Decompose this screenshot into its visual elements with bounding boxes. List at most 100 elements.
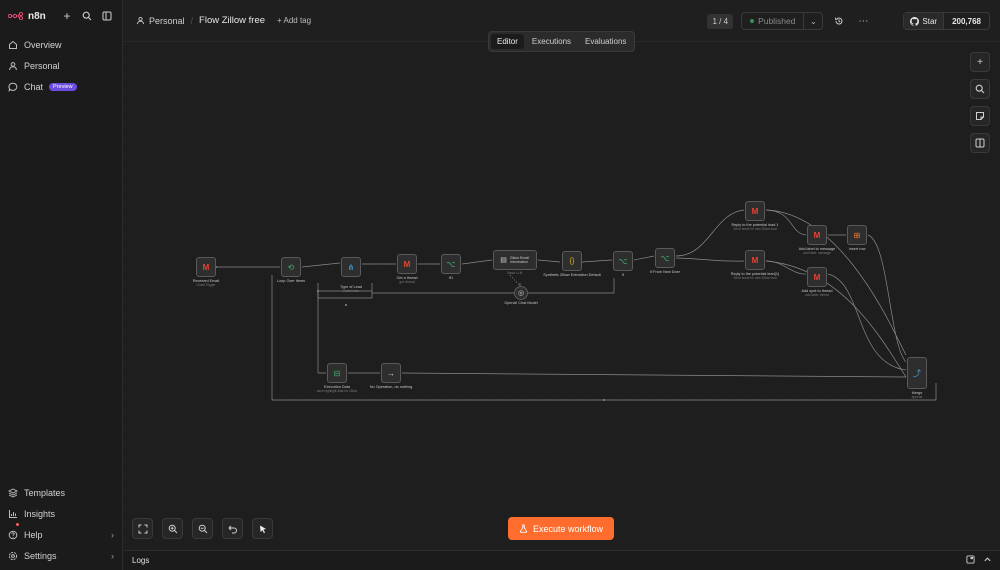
- llm-chain-icon: ▤: [500, 257, 507, 264]
- cursor-icon[interactable]: [252, 518, 273, 539]
- node-if[interactable]: ⌥: [441, 254, 461, 274]
- merge-icon: ⤴: [913, 368, 921, 378]
- breadcrumb-separator: /: [190, 15, 194, 26]
- node-subtitle: Send email for new Zillow lead: [733, 226, 777, 231]
- sticky-note-icon[interactable]: [970, 106, 990, 126]
- sidebar: n8n + Overview Personal Chat Preview Tem…: [0, 0, 123, 570]
- sidebar-item-personal[interactable]: Personal: [0, 55, 122, 76]
- n8n-logo[interactable]: n8n: [8, 11, 46, 22]
- version-badge[interactable]: 1 / 4: [707, 13, 734, 29]
- add-node-icon[interactable]: +: [970, 52, 990, 72]
- node-synthetic-zillow-extraction[interactable]: {}: [562, 251, 582, 271]
- if-icon: ⌥: [618, 256, 628, 266]
- if-icon: ⌥: [446, 259, 456, 269]
- node-loop-over-items[interactable]: ⟲: [281, 257, 301, 277]
- node-title: If: [621, 273, 625, 277]
- more-options-icon[interactable]: ⋯: [855, 13, 871, 29]
- add-tag-button[interactable]: + Add tag: [277, 16, 311, 25]
- openai-icon: ◎: [517, 290, 525, 297]
- breadcrumb-project[interactable]: Personal: [136, 16, 185, 26]
- node-title: If From New Doer: [650, 270, 680, 274]
- node-insert-row[interactable]: ⊞: [847, 225, 867, 245]
- sidebar-item-label: Overview: [24, 39, 62, 50]
- sidebar-item-label: Settings: [24, 550, 57, 561]
- sidebar-item-overview[interactable]: Overview: [0, 34, 122, 55]
- gmail-icon: M: [813, 272, 821, 282]
- execute-workflow-label: Execute workflow: [532, 523, 604, 534]
- n8n-app: n8n + Overview Personal Chat Preview Tem…: [0, 0, 1000, 570]
- pop-out-icon[interactable]: [966, 555, 975, 566]
- arrow-right-icon: →: [387, 368, 395, 378]
- sidebar-item-insights[interactable]: Insights: [0, 503, 122, 524]
- node-subtitle: add label: thread: [805, 292, 829, 297]
- chevron-down-icon[interactable]: ⌄: [804, 17, 822, 26]
- node-subtitle: save highlight data for Zillow: [316, 388, 358, 393]
- templates-icon: [8, 487, 18, 498]
- node-merge[interactable]: ⤴: [907, 357, 927, 389]
- sidebar-item-chat[interactable]: Chat Preview: [0, 76, 122, 97]
- sidebar-item-templates[interactable]: Templates: [0, 482, 122, 503]
- node-add-label-to-message[interactable]: M: [807, 225, 827, 245]
- published-button[interactable]: Published: [742, 13, 805, 29]
- node-title: If1: [448, 276, 454, 280]
- add-icon[interactable]: +: [60, 9, 74, 23]
- switch-icon: ⋔: [347, 262, 355, 272]
- sidebar-item-settings[interactable]: Settings ›: [0, 545, 122, 566]
- github-star-widget[interactable]: Star 200,768: [903, 12, 990, 30]
- collapse-sidebar-icon[interactable]: [100, 9, 114, 23]
- connection-handle: [345, 304, 347, 306]
- logs-panel-bar[interactable]: Logs: [124, 550, 1000, 570]
- github-star-count: 200,768: [952, 16, 981, 26]
- chevron-right-icon: ›: [111, 529, 114, 540]
- connection-handle: [603, 399, 605, 401]
- sidebar-item-help[interactable]: Help ›: [0, 523, 122, 545]
- node-if-2[interactable]: ⌥: [613, 251, 633, 271]
- workflow-title[interactable]: Flow Zillow free: [199, 15, 265, 26]
- node-type-of-lead[interactable]: ⋔: [341, 257, 361, 277]
- zoom-out-icon[interactable]: [192, 518, 213, 539]
- search-icon[interactable]: [970, 79, 990, 99]
- node-title: Insert row: [848, 247, 866, 251]
- publish-control: Published ⌄: [741, 12, 824, 30]
- node-if-from-new-doer[interactable]: ⌥: [655, 248, 675, 268]
- logs-actions: [966, 555, 992, 566]
- node-label: Insert row: [827, 247, 887, 252]
- fit-view-icon[interactable]: [132, 518, 153, 539]
- user-icon: [8, 61, 18, 71]
- node-label: Basic LLM: [485, 271, 545, 276]
- chat-icon: [8, 82, 18, 92]
- node-execution-data[interactable]: ⊟: [327, 363, 347, 383]
- node-get-a-thread[interactable]: M: [397, 254, 417, 274]
- node-zillow-email-information[interactable]: ▤ Zillow Email Information: [493, 250, 537, 270]
- zoom-in-icon[interactable]: [162, 518, 183, 539]
- node-add-spot-to-thread[interactable]: M: [807, 267, 827, 287]
- tab-editor[interactable]: Editor: [491, 34, 524, 49]
- workflow-canvas[interactable]: M Received Email Gmail Trigger ⟲ Loop Ove…: [124, 43, 1000, 550]
- gmail-icon: M: [751, 206, 759, 216]
- gmail-icon: M: [403, 259, 411, 269]
- tab-evaluations[interactable]: Evaluations: [579, 34, 632, 49]
- node-received-email[interactable]: M: [196, 257, 216, 277]
- node-label: Loop Over Items: [261, 279, 321, 284]
- code-icon: {}: [569, 257, 575, 265]
- node-title: Zillow Email Information: [509, 255, 529, 264]
- search-icon[interactable]: [80, 9, 94, 23]
- settings-icon: [8, 551, 18, 561]
- github-star-button[interactable]: Star: [904, 13, 945, 29]
- node-openai-chat-model[interactable]: ◎: [514, 286, 528, 300]
- node-label: Merge append: [887, 391, 947, 399]
- insights-icon: [8, 509, 18, 519]
- tab-executions[interactable]: Executions: [526, 34, 577, 49]
- node-no-operation[interactable]: →: [381, 363, 401, 383]
- node-reply-to-lead-2[interactable]: M: [745, 250, 765, 270]
- node-subtitle: Send email for new Zillow lead: [733, 275, 777, 280]
- node-label: If1: [421, 276, 481, 281]
- execute-workflow-button[interactable]: Execute workflow: [508, 517, 614, 540]
- panel-toggle-icon[interactable]: [970, 133, 990, 153]
- node-label: Received Email Gmail Trigger: [176, 279, 236, 287]
- node-reply-to-lead-1[interactable]: M: [745, 201, 765, 221]
- history-icon[interactable]: [831, 13, 847, 29]
- undo-icon[interactable]: [222, 518, 243, 539]
- node-label: Execution Data save highlight data for Zi…: [307, 385, 367, 393]
- chevron-up-icon[interactable]: [983, 555, 992, 566]
